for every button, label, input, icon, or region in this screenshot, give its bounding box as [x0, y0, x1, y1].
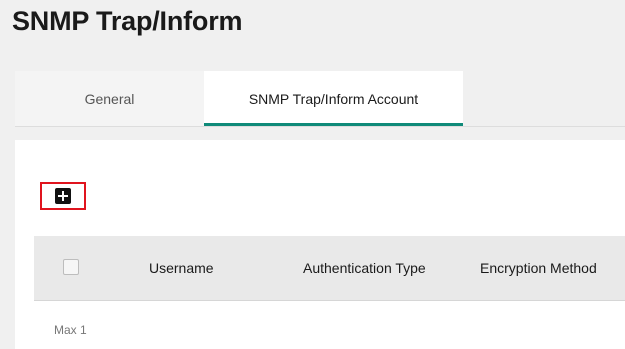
column-header-username[interactable]: Username	[149, 236, 214, 300]
tab-snmp-trap-inform-account[interactable]: SNMP Trap/Inform Account	[204, 71, 463, 126]
select-all-checkbox[interactable]	[63, 259, 79, 275]
tab-general[interactable]: General	[15, 71, 204, 126]
column-header-authentication-type[interactable]: Authentication Type	[303, 236, 426, 300]
max-entries-label: Max 1	[54, 323, 87, 337]
tab-divider	[15, 126, 625, 127]
column-header-encryption-method[interactable]: Encryption Method	[480, 236, 597, 300]
plus-square-icon	[55, 188, 71, 204]
add-account-button[interactable]	[40, 182, 86, 210]
table-header: Username Authentication Type Encryption …	[34, 236, 625, 301]
tab-bar: General SNMP Trap/Inform Account	[15, 71, 463, 126]
page-title: SNMP Trap/Inform	[12, 6, 243, 36]
